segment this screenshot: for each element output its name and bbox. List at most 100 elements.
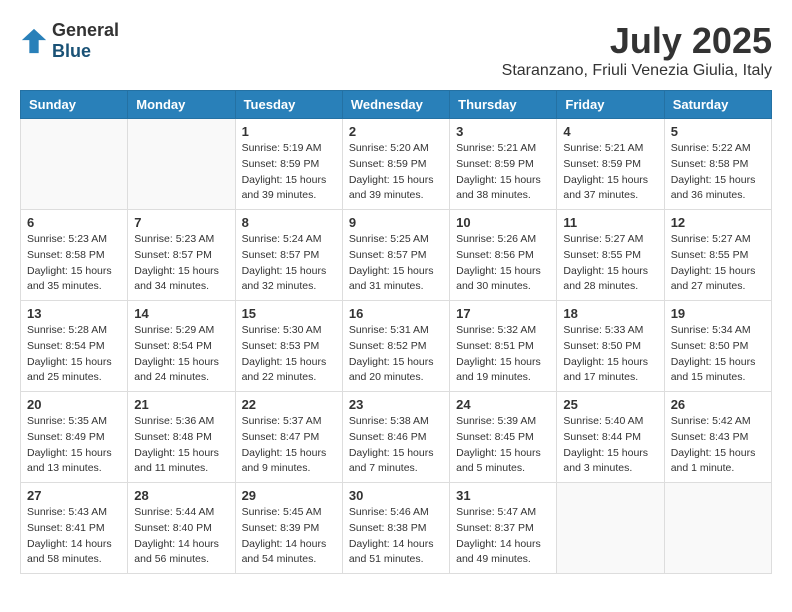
title-block: July 2025 Staranzano, Friuli Venezia Giu… [502,20,772,80]
col-wednesday: Wednesday [342,91,449,119]
sunset-text: Sunset: 8:50 PM [671,340,749,352]
day-info: Sunrise: 5:37 AM Sunset: 8:47 PM Dayligh… [242,414,336,477]
calendar-cell-w2-d2: 7 Sunrise: 5:23 AM Sunset: 8:57 PM Dayli… [128,210,235,301]
sunset-text: Sunset: 8:54 PM [27,340,105,352]
sunset-text: Sunset: 8:40 PM [134,522,212,534]
sunrise-text: Sunrise: 5:36 AM [134,415,214,427]
day-number: 1 [242,124,336,139]
day-number: 26 [671,397,765,412]
calendar-week-5: 27 Sunrise: 5:43 AM Sunset: 8:41 PM Dayl… [21,483,772,574]
sunrise-text: Sunrise: 5:25 AM [349,233,429,245]
sunrise-text: Sunrise: 5:34 AM [671,324,751,336]
sunrise-text: Sunrise: 5:46 AM [349,506,429,518]
month-title: July 2025 [502,20,772,62]
day-info: Sunrise: 5:34 AM Sunset: 8:50 PM Dayligh… [671,323,765,386]
day-info: Sunrise: 5:27 AM Sunset: 8:55 PM Dayligh… [671,232,765,295]
sunset-text: Sunset: 8:54 PM [134,340,212,352]
day-number: 21 [134,397,228,412]
calendar-cell-w3-d1: 13 Sunrise: 5:28 AM Sunset: 8:54 PM Dayl… [21,301,128,392]
calendar-cell-w2-d7: 12 Sunrise: 5:27 AM Sunset: 8:55 PM Dayl… [664,210,771,301]
daylight-text: Daylight: 15 hours and 22 minutes. [242,356,327,384]
day-number: 22 [242,397,336,412]
day-number: 7 [134,215,228,230]
calendar-cell-w3-d4: 16 Sunrise: 5:31 AM Sunset: 8:52 PM Dayl… [342,301,449,392]
day-number: 23 [349,397,443,412]
calendar-cell-w5-d3: 29 Sunrise: 5:45 AM Sunset: 8:39 PM Dayl… [235,483,342,574]
calendar-cell-w5-d5: 31 Sunrise: 5:47 AM Sunset: 8:37 PM Dayl… [450,483,557,574]
sunset-text: Sunset: 8:59 PM [242,158,320,170]
day-info: Sunrise: 5:32 AM Sunset: 8:51 PM Dayligh… [456,323,550,386]
daylight-text: Daylight: 15 hours and 31 minutes. [349,265,434,293]
sunset-text: Sunset: 8:43 PM [671,431,749,443]
day-info: Sunrise: 5:21 AM Sunset: 8:59 PM Dayligh… [456,141,550,204]
sunset-text: Sunset: 8:48 PM [134,431,212,443]
sunset-text: Sunset: 8:56 PM [456,249,534,261]
calendar-cell-w4-d2: 21 Sunrise: 5:36 AM Sunset: 8:48 PM Dayl… [128,392,235,483]
logo-blue: Blue [52,41,91,61]
daylight-text: Daylight: 14 hours and 54 minutes. [242,538,327,566]
daylight-text: Daylight: 15 hours and 17 minutes. [563,356,648,384]
day-number: 2 [349,124,443,139]
day-number: 11 [563,215,657,230]
col-friday: Friday [557,91,664,119]
sunset-text: Sunset: 8:37 PM [456,522,534,534]
day-info: Sunrise: 5:26 AM Sunset: 8:56 PM Dayligh… [456,232,550,295]
day-info: Sunrise: 5:47 AM Sunset: 8:37 PM Dayligh… [456,505,550,568]
day-number: 4 [563,124,657,139]
sunrise-text: Sunrise: 5:23 AM [27,233,107,245]
sunrise-text: Sunrise: 5:22 AM [671,142,751,154]
daylight-text: Daylight: 15 hours and 3 minutes. [563,447,648,475]
day-number: 17 [456,306,550,321]
calendar-cell-w5-d6 [557,483,664,574]
daylight-text: Daylight: 15 hours and 13 minutes. [27,447,112,475]
day-info: Sunrise: 5:25 AM Sunset: 8:57 PM Dayligh… [349,232,443,295]
location-title: Staranzano, Friuli Venezia Giulia, Italy [502,62,772,80]
sunset-text: Sunset: 8:55 PM [563,249,641,261]
sunrise-text: Sunrise: 5:45 AM [242,506,322,518]
daylight-text: Daylight: 15 hours and 20 minutes. [349,356,434,384]
calendar-cell-w2-d4: 9 Sunrise: 5:25 AM Sunset: 8:57 PM Dayli… [342,210,449,301]
day-number: 5 [671,124,765,139]
day-number: 9 [349,215,443,230]
day-info: Sunrise: 5:39 AM Sunset: 8:45 PM Dayligh… [456,414,550,477]
calendar-cell-w1-d4: 2 Sunrise: 5:20 AM Sunset: 8:59 PM Dayli… [342,119,449,210]
calendar-cell-w4-d1: 20 Sunrise: 5:35 AM Sunset: 8:49 PM Dayl… [21,392,128,483]
daylight-text: Daylight: 15 hours and 28 minutes. [563,265,648,293]
daylight-text: Daylight: 15 hours and 35 minutes. [27,265,112,293]
day-info: Sunrise: 5:36 AM Sunset: 8:48 PM Dayligh… [134,414,228,477]
day-info: Sunrise: 5:42 AM Sunset: 8:43 PM Dayligh… [671,414,765,477]
day-number: 28 [134,488,228,503]
sunrise-text: Sunrise: 5:32 AM [456,324,536,336]
sunrise-text: Sunrise: 5:27 AM [563,233,643,245]
sunrise-text: Sunrise: 5:30 AM [242,324,322,336]
logo-text: General Blue [52,20,119,62]
day-info: Sunrise: 5:28 AM Sunset: 8:54 PM Dayligh… [27,323,121,386]
col-sunday: Sunday [21,91,128,119]
sunset-text: Sunset: 8:53 PM [242,340,320,352]
calendar-cell-w1-d3: 1 Sunrise: 5:19 AM Sunset: 8:59 PM Dayli… [235,119,342,210]
day-number: 10 [456,215,550,230]
day-info: Sunrise: 5:44 AM Sunset: 8:40 PM Dayligh… [134,505,228,568]
sunrise-text: Sunrise: 5:47 AM [456,506,536,518]
day-info: Sunrise: 5:23 AM Sunset: 8:58 PM Dayligh… [27,232,121,295]
daylight-text: Daylight: 15 hours and 37 minutes. [563,174,648,202]
sunrise-text: Sunrise: 5:31 AM [349,324,429,336]
day-number: 15 [242,306,336,321]
logo-general: General [52,20,119,40]
day-number: 24 [456,397,550,412]
sunrise-text: Sunrise: 5:21 AM [563,142,643,154]
sunrise-text: Sunrise: 5:29 AM [134,324,214,336]
day-number: 14 [134,306,228,321]
day-number: 13 [27,306,121,321]
calendar-cell-w4-d5: 24 Sunrise: 5:39 AM Sunset: 8:45 PM Dayl… [450,392,557,483]
sunset-text: Sunset: 8:44 PM [563,431,641,443]
calendar-cell-w3-d7: 19 Sunrise: 5:34 AM Sunset: 8:50 PM Dayl… [664,301,771,392]
sunrise-text: Sunrise: 5:27 AM [671,233,751,245]
sunset-text: Sunset: 8:58 PM [671,158,749,170]
page-header: General Blue July 2025 Staranzano, Friul… [20,20,772,80]
calendar-cell-w5-d1: 27 Sunrise: 5:43 AM Sunset: 8:41 PM Dayl… [21,483,128,574]
calendar-cell-w3-d5: 17 Sunrise: 5:32 AM Sunset: 8:51 PM Dayl… [450,301,557,392]
daylight-text: Daylight: 15 hours and 30 minutes. [456,265,541,293]
day-info: Sunrise: 5:24 AM Sunset: 8:57 PM Dayligh… [242,232,336,295]
calendar-week-3: 13 Sunrise: 5:28 AM Sunset: 8:54 PM Dayl… [21,301,772,392]
